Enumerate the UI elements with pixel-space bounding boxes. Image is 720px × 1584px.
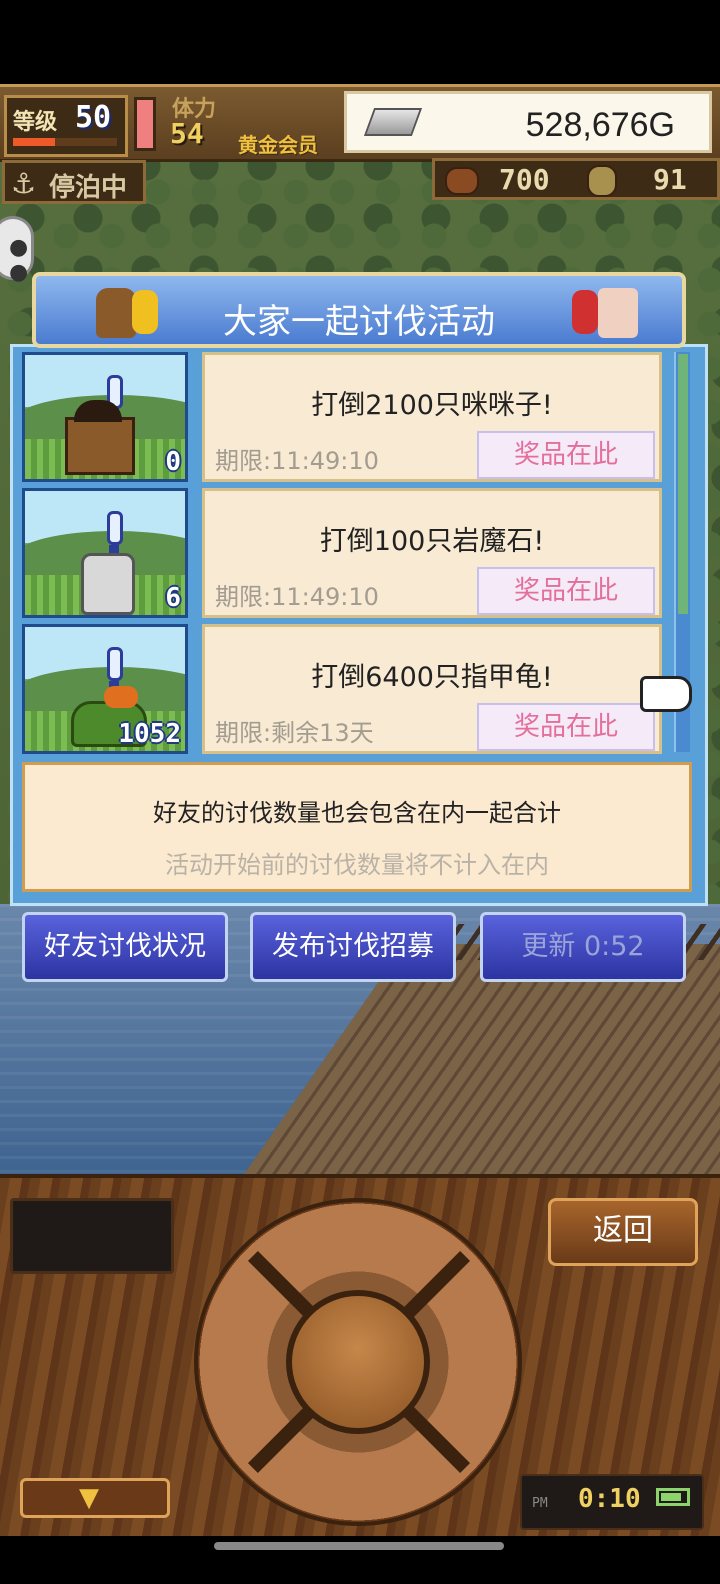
defeat-count: 1052 — [118, 719, 181, 749]
chat-icon: ● ● — [9, 235, 29, 285]
level-value: 50 — [75, 100, 112, 135]
clock-time: 0:10 — [578, 1484, 641, 1514]
refresh-button[interactable]: 更新 0:52 — [480, 912, 686, 982]
event-goal: 打倒100只岩魔石! — [319, 526, 545, 557]
event-deadline: 期限:11:49:10 — [215, 447, 379, 475]
dpad[interactable] — [194, 1198, 522, 1526]
event-row[interactable]: 1052 打倒6400只指甲龟! 期限:剩余13天 奖品在此 — [22, 624, 662, 754]
event-title: 大家一起讨伐活动 — [223, 302, 495, 342]
battery-fill — [661, 1493, 682, 1501]
chest-monster-icon — [65, 400, 135, 475]
info-box: 好友的讨伐数量也会包含在内一起合计 活动开始前的讨伐数量将不计入在内 — [22, 762, 692, 892]
menu-down-button[interactable]: ▼ — [20, 1478, 170, 1518]
prize-button[interactable]: 奖品在此 — [477, 567, 655, 615]
info-main-text: 好友的讨伐数量也会包含在内一起合计 — [153, 799, 561, 827]
battery-icon — [656, 1488, 690, 1506]
level-label: 等级 — [13, 110, 58, 135]
event-card: 打倒100只岩魔石! 期限:11:49:10 奖品在此 — [202, 488, 662, 618]
back-button[interactable]: 返回 — [548, 1198, 698, 1266]
dpad-center-button[interactable] — [286, 1290, 430, 1434]
silver-bar-icon — [363, 108, 423, 136]
event-card: 打倒6400只指甲龟! 期限:剩余13天 奖品在此 — [202, 624, 662, 754]
anchor-icon: ⚓ — [11, 167, 37, 200]
level-progress-bar — [13, 138, 117, 146]
money-box[interactable]: 528,676G — [344, 91, 712, 153]
controller-panel: 返回 ▼ PM 0:10 — [0, 1174, 720, 1540]
down-arrow-icon: ▼ — [79, 1483, 99, 1513]
level-box: 等级 50 — [4, 95, 128, 157]
exclamation-dot — [109, 545, 119, 553]
chat-button[interactable]: ● ● — [0, 216, 34, 285]
post-recruit-button[interactable]: 发布讨伐招募 — [250, 912, 456, 982]
exclamation-icon — [107, 647, 123, 681]
defeat-count: 0 — [165, 447, 181, 477]
event-image: 1052 — [22, 624, 188, 754]
anchored-label: 停泊中 — [49, 173, 128, 203]
event-deadline: 期限:11:49:10 — [215, 583, 379, 611]
event-card: 打倒2100只咪咪子! 期限:11:49:10 奖品在此 — [202, 352, 662, 482]
event-image: 6 — [22, 488, 188, 618]
defeat-count: 6 — [165, 583, 181, 613]
scrollbar-thumb[interactable] — [678, 354, 688, 614]
ampm-label: PM — [532, 1496, 548, 1511]
stamina-gauge — [134, 97, 156, 151]
exclamation-icon — [107, 511, 123, 545]
member-badge: 黄金会员 — [238, 133, 318, 157]
event-image: 0 — [22, 352, 188, 482]
event-row[interactable]: 0 打倒2100只咪咪子! 期限:11:49:10 奖品在此 — [22, 352, 662, 482]
home-indicator[interactable] — [214, 1542, 504, 1550]
event-goal: 打倒6400只指甲龟! — [311, 662, 553, 693]
anchored-status: ⚓ 停泊中 — [2, 160, 146, 204]
prize-button[interactable]: 奖品在此 — [477, 431, 655, 479]
event-deadline: 期限:剩余13天 — [215, 719, 374, 747]
resources-box: 700 91 — [432, 158, 720, 200]
wood-value: 700 — [499, 163, 550, 196]
event-title-bar: 大家一起讨伐活动 — [32, 272, 686, 348]
top-hud: 等级 50 体力 54 黄金会员 528,676G — [0, 84, 720, 162]
mini-screen — [10, 1198, 174, 1274]
ore-icon — [587, 165, 617, 197]
stamina-value: 54 — [170, 117, 204, 150]
ore-value: 91 — [653, 163, 687, 196]
money-value: 528,676G — [525, 106, 675, 144]
game-clock: PM 0:10 — [520, 1474, 704, 1530]
friends-status-button[interactable]: 好友讨伐状况 — [22, 912, 228, 982]
hand-pointer-icon — [640, 676, 692, 712]
level-progress-fill — [13, 138, 55, 146]
status-area — [0, 0, 720, 84]
rock-monster-icon — [81, 553, 135, 615]
event-goal: 打倒2100只咪咪子! — [311, 390, 553, 421]
info-sub-text: 活动开始前的讨伐数量将不计入在内 — [165, 851, 549, 879]
wood-icon — [445, 167, 479, 195]
prize-button[interactable]: 奖品在此 — [477, 703, 655, 751]
event-row[interactable]: 6 打倒100只岩魔石! 期限:11:49:10 奖品在此 — [22, 488, 662, 618]
